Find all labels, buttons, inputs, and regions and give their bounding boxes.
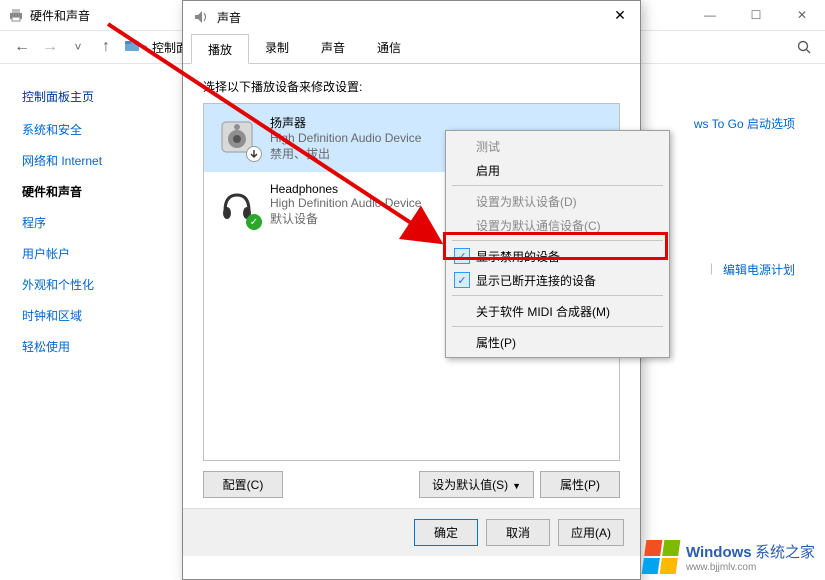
sidebar-item-ease-access[interactable]: 轻松使用 <box>22 338 170 355</box>
windows-icon <box>642 540 681 574</box>
ctx-set-default-comm[interactable]: 设置为默认通信设备(C) <box>448 213 667 237</box>
tab-communications[interactable]: 通信 <box>361 33 417 63</box>
folder-icon <box>124 38 140 57</box>
instruction-text: 选择以下播放设备来修改设置: <box>183 64 640 103</box>
set-default-label: 设为默认值(S) <box>432 478 508 492</box>
speaker-device-icon <box>214 114 260 160</box>
set-default-button[interactable]: 设为默认值(S) ▼ <box>419 471 534 498</box>
sidebar-item-appearance[interactable]: 外观和个性化 <box>22 276 170 293</box>
logo-sub2: www.bjjmlv.com <box>686 562 815 573</box>
ctx-separator <box>452 185 663 186</box>
dialog-title: 声音 <box>217 9 241 26</box>
sidebar-item-network[interactable]: 网络和 Internet <box>22 152 170 169</box>
ctx-properties[interactable]: 属性(P) <box>448 330 667 354</box>
ctx-show-disabled[interactable]: ✓ 显示禁用的设备 <box>448 244 667 268</box>
up-button[interactable]: ↑ <box>92 33 120 61</box>
ctx-separator <box>452 240 663 241</box>
chevron-down-icon: ▼ <box>512 481 521 491</box>
tab-recording[interactable]: 录制 <box>249 33 305 63</box>
check-badge-icon: ✓ <box>246 214 262 230</box>
ok-button[interactable]: 确定 <box>414 519 478 546</box>
minimize-button[interactable]: — <box>687 0 733 30</box>
check-icon: ✓ <box>454 248 470 264</box>
dialog-button-row: 配置(C) 设为默认值(S) ▼ 属性(P) <box>183 461 640 508</box>
sidebar-item-hardware-sound[interactable]: 硬件和声音 <box>22 183 170 200</box>
ctx-midi[interactable]: 关于软件 MIDI 合成器(M) <box>448 299 667 323</box>
cancel-button[interactable]: 取消 <box>486 519 550 546</box>
printer-icon <box>8 7 24 23</box>
device-status: 默认设备 <box>270 210 421 227</box>
device-subtitle: High Definition Audio Device <box>270 131 421 145</box>
sidebar-item-clock-region[interactable]: 时钟和区域 <box>22 307 170 324</box>
search-icon[interactable] <box>797 40 811 57</box>
window-controls: — ☐ ✕ <box>687 0 825 30</box>
tab-strip: 播放 录制 声音 通信 <box>183 33 640 64</box>
device-status: 禁用、拔出 <box>270 145 421 162</box>
maximize-button[interactable]: ☐ <box>733 0 779 30</box>
separator-pipe: | <box>710 261 713 275</box>
logo-sub1: 系统之家 <box>755 544 815 561</box>
ctx-separator <box>452 326 663 327</box>
context-menu: 测试 启用 设置为默认设备(D) 设置为默认通信设备(C) ✓ 显示禁用的设备 … <box>445 130 670 358</box>
back-button[interactable]: ← <box>8 33 36 61</box>
sidebar-item-user-accounts[interactable]: 用户帐户 <box>22 245 170 262</box>
device-name: Headphones <box>270 182 421 196</box>
check-icon: ✓ <box>454 272 470 288</box>
device-text: 扬声器 High Definition Audio Device 禁用、拔出 <box>270 114 421 162</box>
dialog-close-button[interactable]: ✕ <box>608 7 632 24</box>
ctx-label: 显示已断开连接的设备 <box>476 272 596 289</box>
right-links: ws To Go 启动选项 <box>694 115 795 138</box>
sidebar-title[interactable]: 控制面板主页 <box>22 88 170 105</box>
ctx-separator <box>452 295 663 296</box>
tab-sounds[interactable]: 声音 <box>305 33 361 63</box>
dialog-titlebar: 声音 ✕ <box>183 1 640 33</box>
link-edit-power-plan[interactable]: 编辑电源计划 <box>723 261 795 278</box>
breadcrumb-sep: › <box>144 40 148 54</box>
watermark-logo: Windows 系统之家 www.bjjmlv.com <box>644 540 815 574</box>
down-arrow-badge-icon <box>246 146 262 162</box>
close-button[interactable]: ✕ <box>779 0 825 30</box>
ctx-enable[interactable]: 启用 <box>448 158 667 182</box>
configure-button[interactable]: 配置(C) <box>203 471 283 498</box>
ctx-test[interactable]: 测试 <box>448 134 667 158</box>
chevron-down-icon[interactable]: ˅ <box>64 33 92 61</box>
logo-main: Windows <box>686 544 752 561</box>
device-name: 扬声器 <box>270 114 421 131</box>
forward-button[interactable]: → <box>36 33 64 61</box>
apply-button[interactable]: 应用(A) <box>558 519 624 546</box>
dialog-bottom-bar: 确定 取消 应用(A) <box>183 508 640 556</box>
ctx-set-default[interactable]: 设置为默认设备(D) <box>448 189 667 213</box>
device-subtitle: High Definition Audio Device <box>270 196 421 210</box>
properties-button[interactable]: 属性(P) <box>540 471 620 498</box>
tab-playback[interactable]: 播放 <box>191 34 249 64</box>
sidebar: 控制面板主页 系统和安全 网络和 Internet 硬件和声音 程序 用户帐户 … <box>0 64 170 580</box>
device-text: Headphones High Definition Audio Device … <box>270 182 421 228</box>
link-togo[interactable]: ws To Go 启动选项 <box>694 115 795 132</box>
ctx-show-disconnected[interactable]: ✓ 显示已断开连接的设备 <box>448 268 667 292</box>
sidebar-item-system-security[interactable]: 系统和安全 <box>22 121 170 138</box>
window-title: 硬件和声音 <box>30 7 90 24</box>
watermark-text: Windows 系统之家 www.bjjmlv.com <box>686 541 815 573</box>
headphones-device-icon: ✓ <box>214 182 260 228</box>
ctx-label: 显示禁用的设备 <box>476 248 560 265</box>
sidebar-item-programs[interactable]: 程序 <box>22 214 170 231</box>
speaker-icon <box>193 9 209 25</box>
